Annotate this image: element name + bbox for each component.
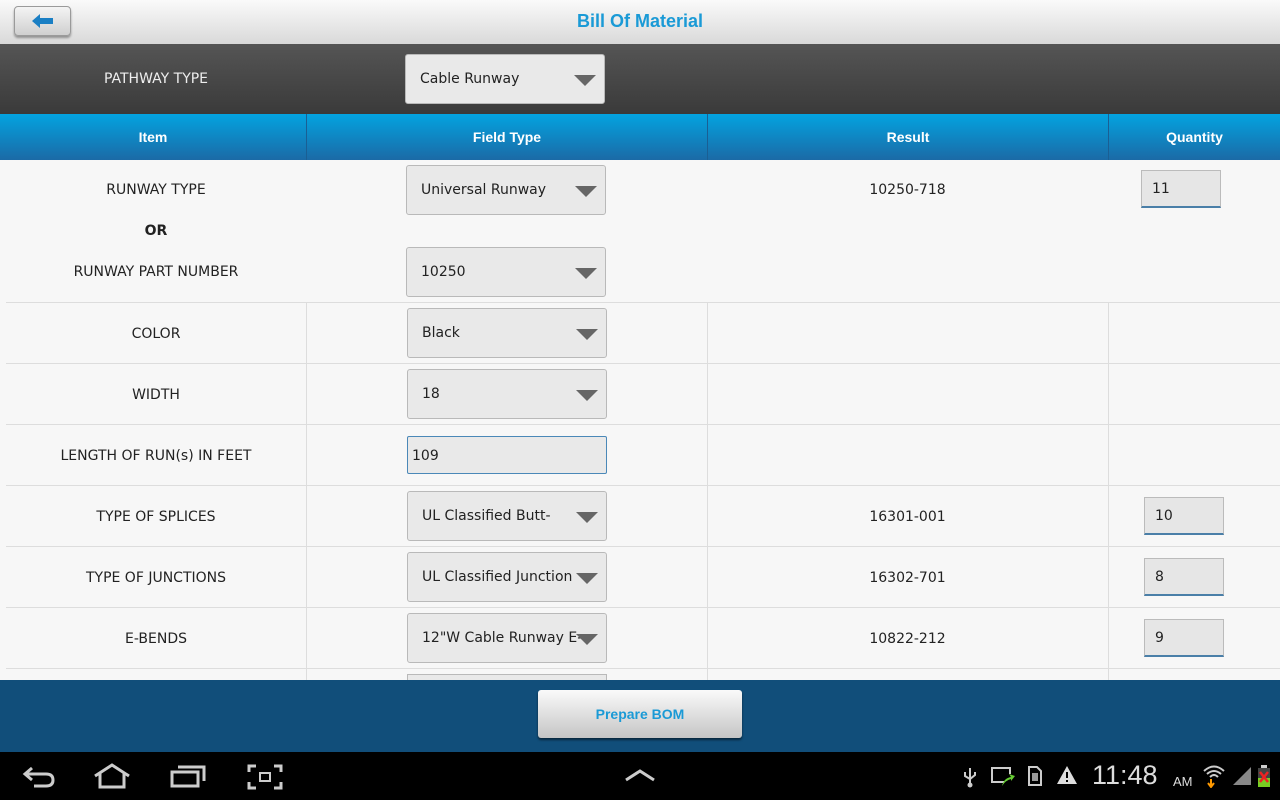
dropdown-value: UL Classified Junction (422, 569, 573, 585)
table-header: Item Field Type Result Quantity (0, 114, 1280, 160)
runway-part-label: RUNWAY PART NUMBER (73, 264, 239, 280)
caret-down-icon (576, 329, 598, 340)
footer-bar: Prepare BOM (0, 680, 1280, 752)
runway-result: 10250-718 (869, 182, 946, 198)
row-label: TYPE OF SPLICES (96, 509, 216, 525)
quantity-input[interactable]: 9 (1144, 619, 1224, 657)
table-row: E-BENDS 12"W Cable Runway E- 10822-212 9 (6, 608, 1280, 669)
runway-quantity-input[interactable]: 11 (1141, 170, 1221, 208)
signal-icon (1233, 767, 1251, 785)
runway-type-dropdown[interactable]: Universal Runway (406, 165, 606, 215)
dropdown-value: Cable Runway (420, 71, 520, 87)
caret-down-icon (576, 573, 598, 584)
field-dropdown[interactable]: 18 (407, 369, 607, 419)
row-result: 16301-001 (869, 509, 946, 525)
caret-down-icon (576, 390, 598, 401)
screen-mirror-icon (991, 767, 1015, 786)
warning-icon (1057, 766, 1077, 784)
header-result: Result (708, 114, 1109, 160)
home-icon[interactable] (92, 763, 132, 789)
row-label: E-BENDS (125, 631, 187, 647)
table-row-partial (6, 669, 1280, 684)
prepare-bom-button[interactable]: Prepare BOM (538, 690, 742, 738)
caret-down-icon (576, 512, 598, 523)
pathway-label: PATHWAY TYPE (103, 71, 209, 87)
table-row: WIDTH 18 (6, 364, 1280, 425)
dropdown-value: UL Classified Butt- (422, 508, 551, 524)
page-title: Bill Of Material (576, 11, 704, 31)
screenshot-icon[interactable] (247, 764, 283, 790)
caret-down-icon (574, 75, 596, 86)
caret-down-icon (575, 186, 597, 197)
quantity-input[interactable]: 10 (1144, 497, 1224, 535)
table-row: COLOR Black (6, 303, 1280, 364)
table-row: TYPE OF JUNCTIONS UL Classified Junction… (6, 547, 1280, 608)
title-bar: Bill Of Material (0, 0, 1280, 44)
row-result: 10822-212 (869, 631, 946, 647)
row-label: TYPE OF JUNCTIONS (85, 570, 227, 586)
header-field-type: Field Type (307, 114, 708, 160)
runway-part-dropdown[interactable]: 10250 (406, 247, 606, 297)
caret-down-icon (575, 268, 597, 279)
recent-apps-icon[interactable] (170, 764, 206, 788)
clock-ampm: AM (1173, 774, 1193, 789)
row-label: WIDTH (132, 387, 180, 403)
header-quantity: Quantity (1166, 129, 1223, 145)
sd-card-icon (1028, 766, 1042, 786)
cell-divider (708, 303, 1109, 363)
field-dropdown[interactable]: Black (407, 308, 607, 358)
cell-divider (6, 669, 307, 680)
caret-down-icon (576, 634, 598, 645)
table-row: LENGTH OF RUN(s) IN FEET 109 (6, 425, 1280, 486)
battery-icon (1258, 765, 1270, 787)
cell-divider (708, 364, 1109, 424)
pathway-bar: PATHWAY TYPE Cable Runway (0, 44, 1280, 114)
length-input[interactable]: 109 (407, 436, 607, 474)
back-nav-icon[interactable] (22, 765, 56, 789)
row-label: LENGTH OF RUN(s) IN FEET (60, 448, 252, 464)
table-row-runway: RUNWAY TYPE Universal Runway 10250-718 1… (6, 160, 1280, 303)
cell-divider (708, 669, 1109, 680)
system-nav-bar: 11:48 AM (0, 752, 1280, 800)
row-label: COLOR (131, 326, 181, 342)
field-dropdown[interactable]: UL Classified Butt- (407, 491, 607, 541)
runway-type-label: RUNWAY TYPE (106, 182, 206, 198)
field-dropdown[interactable]: UL Classified Junction (407, 552, 607, 602)
dropdown-value: Black (422, 325, 460, 341)
dropdown-value: Universal Runway (421, 182, 547, 198)
wifi-icon (1203, 765, 1225, 788)
quantity-input[interactable]: 8 (1144, 558, 1224, 596)
dropdown-value: 10250 (421, 264, 466, 280)
field-dropdown[interactable]: 12"W Cable Runway E- (407, 613, 607, 663)
cell-divider (708, 425, 1109, 485)
dropdown-value: 12"W Cable Runway E- (422, 630, 583, 646)
usb-icon (964, 768, 976, 788)
clock-time: 11:48 (1092, 760, 1158, 790)
dropdown-value: 18 (422, 386, 440, 402)
header-item: Item (0, 114, 307, 160)
table-row: TYPE OF SPLICES UL Classified Butt- 1630… (6, 486, 1280, 547)
or-label: OR (144, 223, 168, 239)
row-result: 16302-701 (869, 570, 946, 586)
pathway-type-dropdown[interactable]: Cable Runway (405, 54, 605, 104)
chevron-up-icon[interactable] (624, 768, 656, 782)
